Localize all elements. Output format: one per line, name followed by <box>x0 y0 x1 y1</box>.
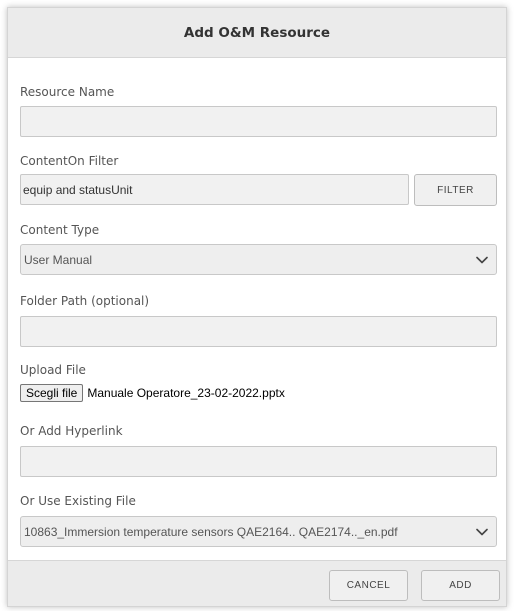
chevron-down-icon <box>473 523 491 541</box>
add-om-resource-dialog: Add O&M Resource Resource Name ContentOn… <box>7 7 507 607</box>
dialog-header: Add O&M Resource <box>8 8 506 58</box>
cancel-button[interactable]: CANCEL <box>329 570 408 601</box>
content-type-label: Content Type <box>20 223 100 237</box>
upload-file-label: Upload File <box>20 363 86 377</box>
dialog-title: Add O&M Resource <box>183 24 331 41</box>
resource-name-input[interactable] <box>20 106 497 137</box>
existing-file-label: Or Use Existing File <box>20 494 136 508</box>
choose-file-button[interactable]: Scegli file <box>20 384 84 402</box>
add-button[interactable]: ADD <box>421 570 500 601</box>
chevron-down-icon <box>473 251 491 269</box>
folder-path-label: Folder Path (optional) <box>20 294 150 308</box>
existing-file-selected-value: 10863_Immersion temperature sensors QAE2… <box>24 524 398 539</box>
existing-file-select[interactable]: 10863_Immersion temperature sensors QAE2… <box>20 516 497 547</box>
folder-path-input[interactable] <box>20 316 497 347</box>
contenton-filter-input[interactable] <box>20 174 409 205</box>
hyperlink-input[interactable] <box>20 446 497 477</box>
filter-button[interactable]: FILTER <box>414 174 497 206</box>
file-upload-control: Scegli file Manuale Operatore_23-02-2022… <box>20 384 285 402</box>
contenton-filter-label: ContentOn Filter <box>20 154 119 168</box>
resource-name-label: Resource Name <box>20 85 115 99</box>
content-type-select[interactable]: User Manual <box>20 244 497 275</box>
content-type-selected-value: User Manual <box>24 252 93 267</box>
hyperlink-label: Or Add Hyperlink <box>20 424 123 438</box>
selected-file-name: Manuale Operatore_23-02-2022.pptx <box>87 386 285 400</box>
dialog-footer: CANCEL ADD <box>8 560 506 606</box>
